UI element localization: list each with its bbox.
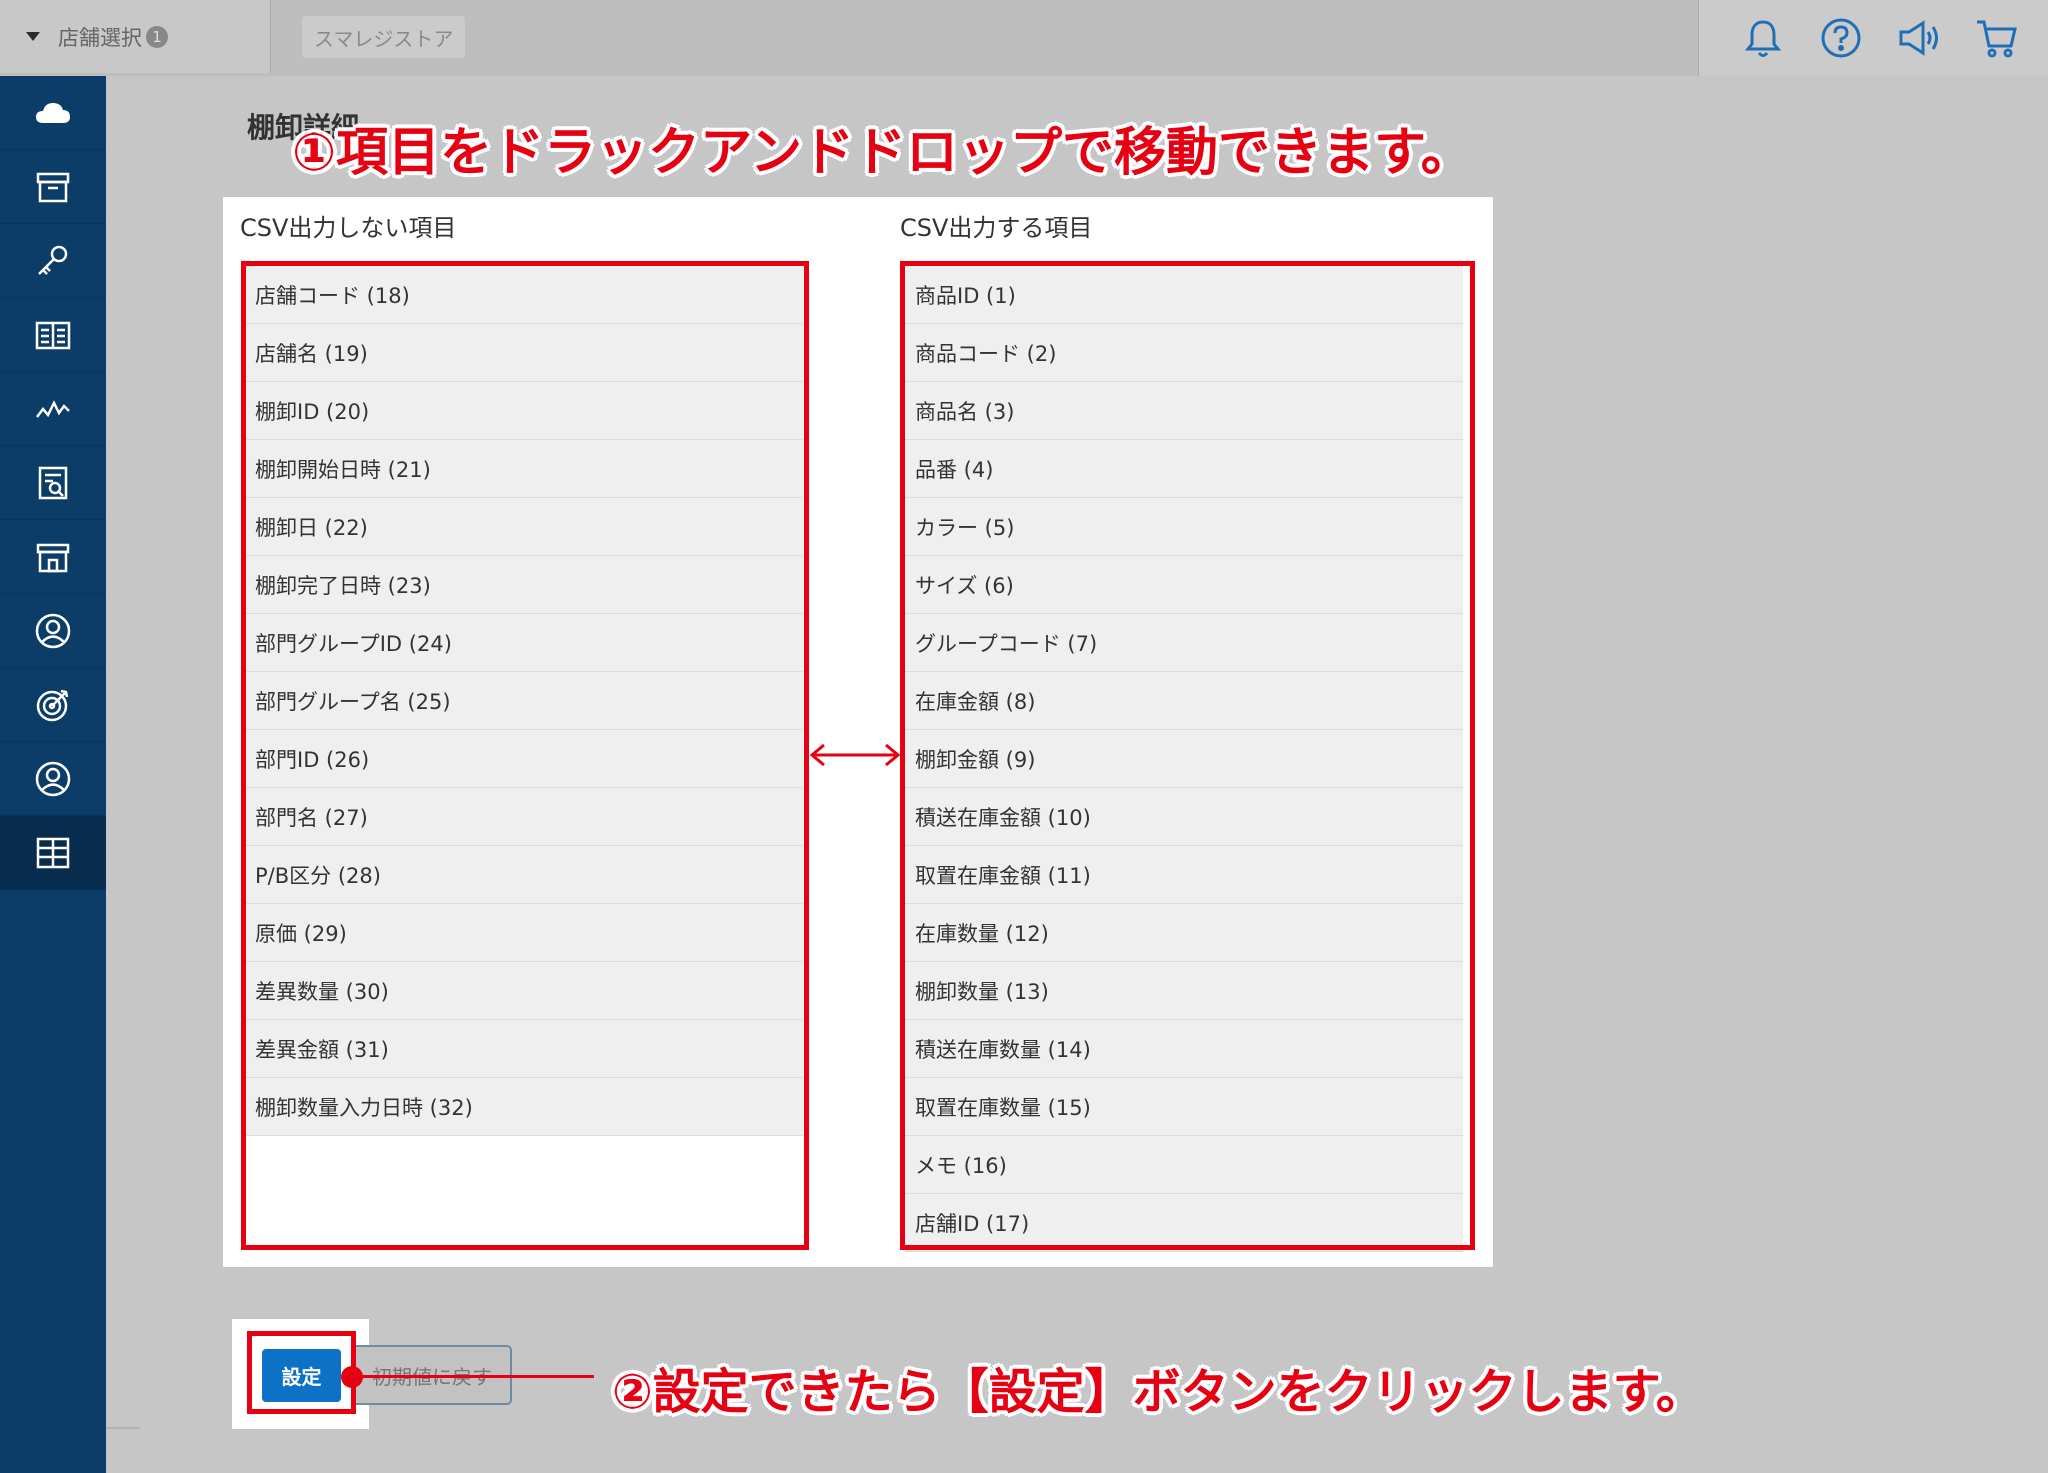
store-icon [36, 543, 70, 572]
sidebar-item-targets[interactable] [0, 668, 106, 742]
book-icon [35, 321, 71, 349]
sidebar-item-customers[interactable] [0, 594, 106, 668]
chart-line-icon [36, 399, 70, 418]
sidebar-item-settings[interactable] [0, 224, 106, 298]
target-icon [36, 689, 69, 721]
store-tab[interactable]: スマレジストア [302, 16, 466, 58]
annotation-connector [360, 1375, 594, 1378]
header-actions [1698, 0, 2048, 76]
annotation-connector-dot [341, 1366, 363, 1388]
cloud-icon [36, 102, 70, 123]
caret-down-icon [26, 32, 40, 41]
grid-icon [36, 837, 70, 868]
sidebar-item-analytics[interactable] [0, 372, 106, 446]
key-icon [38, 245, 68, 275]
bell-icon[interactable] [1739, 14, 1787, 62]
right-column-title: CSV出力する項目 [900, 214, 1093, 242]
customer-icon [35, 613, 71, 648]
save-button[interactable]: 設定 [262, 1349, 341, 1402]
double-arrow-icon [809, 743, 901, 767]
store-select-dropdown[interactable]: 店舗選択 1 [0, 0, 271, 73]
left-list-highlight [241, 261, 809, 1250]
sidebar-item-staff[interactable] [0, 742, 106, 816]
megaphone-icon[interactable] [1895, 14, 1943, 62]
sidebar-item-home[interactable] [0, 76, 106, 150]
sidebar-item-products[interactable] [0, 150, 106, 224]
sidebar-item-reports[interactable] [0, 446, 106, 520]
help-icon[interactable] [1817, 14, 1865, 62]
store-count-badge: 1 [146, 25, 168, 48]
sidebar-item-apps[interactable] [0, 816, 106, 890]
cart-icon[interactable] [1973, 14, 2021, 62]
sidebar-item-ledger[interactable] [0, 298, 106, 372]
sidebar-item-stores[interactable] [0, 520, 106, 594]
annotation-click-save: ②設定できたら【設定】ボタンをクリックします。 [612, 1364, 1704, 1420]
report-icon [38, 466, 68, 499]
footer-divider [106, 1427, 140, 1429]
store-select-label: 店舗選択 [58, 25, 142, 50]
annotation-drag-drop: ①項目をドラックアンドドロップで移動できます。 [292, 123, 1473, 183]
user-icon [35, 761, 71, 796]
left-column-title: CSV出力しない項目 [240, 214, 457, 242]
right-list-highlight [900, 261, 1475, 1250]
sidebar [0, 76, 106, 1473]
archive-icon [36, 172, 70, 202]
